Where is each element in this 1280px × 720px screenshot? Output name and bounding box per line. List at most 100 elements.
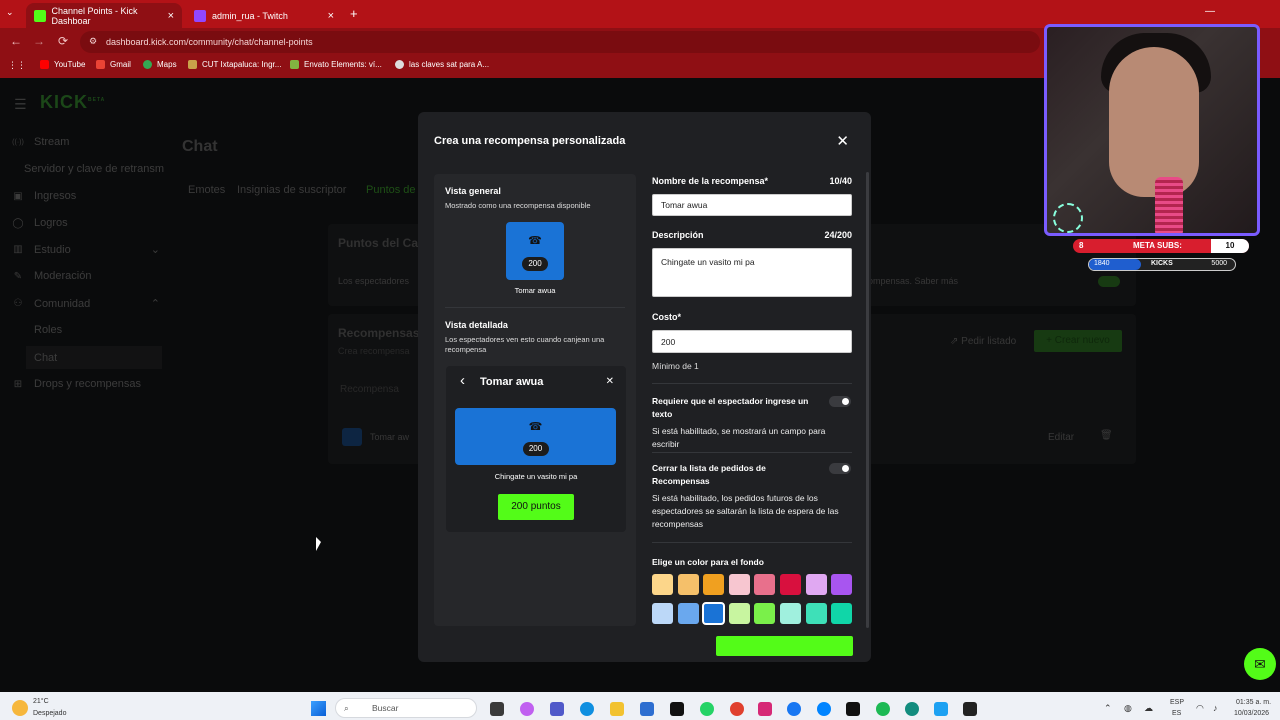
cost-input[interactable]: 200 xyxy=(652,330,852,353)
cost-pill: 200 xyxy=(522,257,548,271)
close-tab-icon[interactable]: × xyxy=(328,10,334,22)
store-icon[interactable] xyxy=(640,702,654,716)
task-view-icon[interactable] xyxy=(490,702,504,716)
bookmark-maps[interactable]: Maps xyxy=(143,60,177,69)
twitter-icon[interactable] xyxy=(934,702,948,716)
clock-time[interactable]: 01:35 a. m. xyxy=(1236,699,1271,706)
url-text: dashboard.kick.com/community/chat/channe… xyxy=(106,37,313,47)
cloud-icon[interactable]: ☁ xyxy=(1144,703,1153,714)
whatsapp-business-icon[interactable] xyxy=(905,702,919,716)
modal-scrollbar[interactable] xyxy=(866,172,869,628)
network-icon[interactable]: ◍ xyxy=(1124,703,1132,714)
whatsapp-icon[interactable] xyxy=(700,702,714,716)
weather-icon[interactable] xyxy=(12,700,28,716)
description-textarea[interactable]: Chingate un vasito mi pa xyxy=(652,248,852,297)
clock-date[interactable]: 10/03/2026 xyxy=(1234,710,1269,717)
bookmark-envato[interactable]: Envato Elements: ví... xyxy=(290,60,382,69)
detail-heading: Vista detallada xyxy=(445,320,508,330)
taskbar-search[interactable]: ⌕ Buscar xyxy=(335,698,477,718)
bookmark-gmail[interactable]: Gmail xyxy=(96,60,131,69)
color-swatch[interactable] xyxy=(754,603,776,624)
volume-icon[interactable]: ♪ xyxy=(1213,703,1218,713)
tab-kick-dashboard[interactable]: Channel Points - Kick Dashboar × xyxy=(26,3,182,28)
search-icon: ⌕ xyxy=(344,703,349,713)
language-sub: ES xyxy=(1172,710,1182,717)
color-swatch[interactable] xyxy=(728,574,750,595)
overview-subtext: Mostrado como una recompensa disponible xyxy=(445,201,591,210)
kick-app-icon[interactable] xyxy=(963,702,977,716)
color-swatch[interactable] xyxy=(780,603,801,624)
tray-chevron-icon[interactable]: ⌃ xyxy=(1104,703,1112,714)
description-label: Descripción xyxy=(652,230,704,240)
youtube-icon xyxy=(40,60,49,69)
close-queue-toggle[interactable] xyxy=(829,463,851,474)
minimize-icon[interactable]: — xyxy=(1205,6,1215,17)
tab-list-dropdown-icon[interactable]: ⌄ xyxy=(6,7,14,18)
color-swatch[interactable] xyxy=(703,574,725,595)
close-tab-icon[interactable]: × xyxy=(168,10,174,22)
file-explorer-icon[interactable] xyxy=(610,702,624,716)
color-swatch[interactable] xyxy=(702,602,726,625)
spinner-decoration xyxy=(1053,203,1083,233)
redeem-points-button[interactable]: 200 puntos xyxy=(498,494,574,520)
color-swatch[interactable] xyxy=(780,574,801,595)
chrome-icon[interactable] xyxy=(730,702,744,716)
divider xyxy=(652,452,852,453)
tiktok-icon[interactable] xyxy=(846,702,860,716)
bookmark-cut[interactable]: CUT Ixtapaluca: Ingr... xyxy=(188,60,281,69)
instagram-icon[interactable] xyxy=(758,702,772,716)
overview-reward-name: Tomar awua xyxy=(514,286,556,295)
cost-pill: 200 xyxy=(522,442,549,456)
reward-name-input[interactable]: Tomar awua xyxy=(652,194,852,216)
bookmark-youtube[interactable]: YouTube xyxy=(40,60,85,69)
tab-twitch[interactable]: admin_rua - Twitch × xyxy=(186,3,342,28)
site-info-icon[interactable]: ⚙ xyxy=(89,36,97,47)
color-swatch[interactable] xyxy=(831,603,853,624)
close-icon[interactable]: ✕ xyxy=(836,132,849,150)
color-swatch[interactable] xyxy=(652,574,673,595)
require-text-toggle[interactable] xyxy=(829,396,851,407)
wifi-icon[interactable]: ◠ xyxy=(1196,703,1204,714)
apps-icon[interactable]: ⋮⋮ xyxy=(8,60,26,71)
color-swatch[interactable] xyxy=(754,574,776,595)
start-icon[interactable] xyxy=(311,701,326,716)
copilot-icon[interactable] xyxy=(520,702,534,716)
color-swatch[interactable] xyxy=(652,603,673,624)
color-swatch[interactable] xyxy=(805,574,827,595)
new-tab-button[interactable]: + xyxy=(350,6,358,21)
detail-description: Chingate un vasito mi pa xyxy=(494,472,578,481)
color-swatch[interactable] xyxy=(677,603,699,624)
require-text-help: Si está habilitado, se mostrará un campo… xyxy=(652,426,826,449)
gift-icon: ☎ xyxy=(528,235,542,247)
language-indicator[interactable]: ESP xyxy=(1170,699,1184,706)
edge-icon[interactable] xyxy=(580,702,594,716)
require-text-label: Requiere que el espectador ingrese un te… xyxy=(652,396,809,419)
chat-support-icon[interactable]: ✉ xyxy=(1244,648,1276,680)
bookmark-sat[interactable]: las claves sat para A... xyxy=(395,60,489,69)
color-label: Elige un color para el fondo xyxy=(652,557,764,567)
preview-panel: Vista general Mostrado como una recompen… xyxy=(434,174,636,626)
color-swatch[interactable] xyxy=(728,603,750,624)
reload-button[interactable]: ⟳ xyxy=(58,34,68,48)
kicks-bar: 1840 KICKS 5000 xyxy=(1088,258,1236,271)
url-field[interactable]: ⚙ dashboard.kick.com/community/chat/chan… xyxy=(80,31,1040,53)
create-button[interactable] xyxy=(716,636,853,656)
teams-icon[interactable] xyxy=(550,702,564,716)
spotify-icon[interactable] xyxy=(876,702,890,716)
forward-button[interactable]: → xyxy=(33,34,45,48)
back-button[interactable]: ← xyxy=(10,34,22,48)
name-label: Nombre de la recompensa* xyxy=(652,176,769,186)
streamer-face xyxy=(1109,47,1199,197)
color-swatch[interactable] xyxy=(805,603,827,624)
messenger-icon[interactable] xyxy=(817,702,831,716)
facebook-icon[interactable] xyxy=(787,702,801,716)
app-icon[interactable] xyxy=(670,702,684,716)
color-swatch[interactable] xyxy=(831,574,853,595)
detail-title: Tomar awua xyxy=(480,376,544,388)
detail-close-icon[interactable]: ✕ xyxy=(606,376,614,387)
detail-subtext: Los espectadores ven esto cuando canjean… xyxy=(445,335,605,354)
color-swatch[interactable] xyxy=(677,574,699,595)
back-icon[interactable]: ‹ xyxy=(460,372,465,389)
google-icon xyxy=(395,60,404,69)
envato-icon xyxy=(290,60,299,69)
